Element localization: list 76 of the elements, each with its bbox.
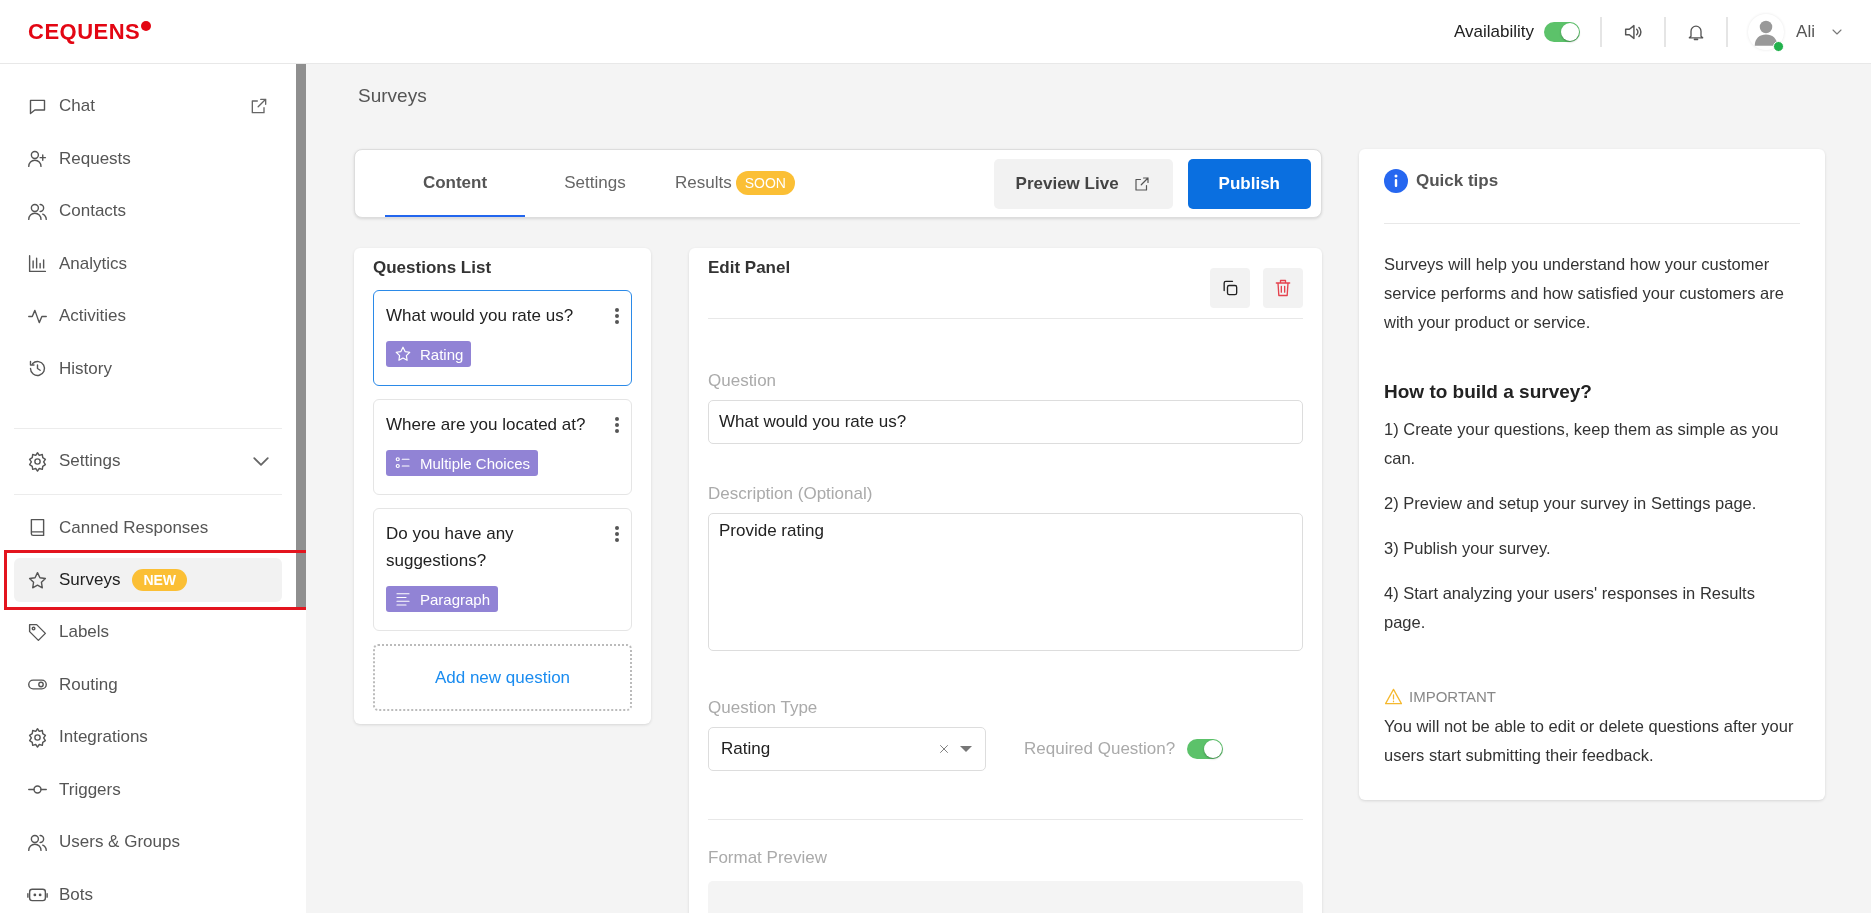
user-avatar[interactable] (1748, 13, 1785, 50)
description-textarea[interactable]: Provide rating (708, 513, 1303, 651)
sidebar-item[interactable]: Labels (14, 606, 282, 659)
field-label: Question (708, 371, 778, 391)
soon-badge: SOON (735, 170, 795, 195)
availability-toggle[interactable] (1544, 21, 1581, 42)
sidebar-item[interactable]: Analytics (14, 237, 282, 290)
sidebar-item[interactable]: Bots (14, 868, 282, 913)
star-icon (394, 345, 412, 363)
step-text: 4) Start analyzing your users' responses in Results page. (1384, 583, 1756, 633)
sidebar-item[interactable]: Activities (14, 290, 282, 343)
sidebar-item[interactable]: Contacts (14, 185, 282, 238)
question-type-tag: Rating (386, 341, 472, 367)
sidebar-item[interactable]: Canned Responses (14, 501, 282, 554)
intro-paragraph: Surveys will help you understand how your customer service performs and how satisfied your customers are with your product or service. (1384, 254, 1785, 333)
question-type-tag: Multiple Choices (386, 450, 539, 476)
page-title: Surveys (358, 84, 428, 108)
settings-icon (27, 450, 48, 472)
format-preview-label: Format Preview (708, 848, 829, 868)
step-text: 2) Preview and setup your survey in Settings page. (1384, 493, 1758, 514)
sidebar-item[interactable]: Settings (14, 435, 282, 488)
sidebar-item[interactable]: Requests (14, 132, 282, 185)
question-text: Do you have any suggestions? (386, 523, 515, 572)
required-question-label: Required Question? (1024, 739, 1176, 759)
field-label: Description (Optional) (708, 484, 874, 504)
sidebar-item[interactable]: History (14, 342, 282, 395)
delete-button[interactable] (1263, 268, 1303, 308)
quick-tips-title: Quick tips (1416, 171, 1499, 191)
tab[interactable]: Content (385, 150, 525, 217)
clear-icon (937, 742, 951, 756)
new-badge: NEW (132, 569, 188, 591)
important-text: You will not be able to edit or delete questions after your users start submitting their feedback. (1384, 716, 1795, 766)
sidebar-item[interactable]: Triggers (14, 763, 282, 816)
sidebar-item[interactable]: Routing (14, 658, 282, 711)
preview-live-button[interactable]: Preview Live (993, 158, 1173, 209)
sidebar-item[interactable]: Surveys NEW (14, 558, 282, 602)
tab-label: Results (675, 172, 732, 193)
sidebar-item[interactable]: Chat (14, 80, 282, 133)
tab[interactable]: Settings (525, 150, 665, 217)
question-type-tag: Paragraph (386, 586, 499, 612)
publish-button[interactable]: Publish (1187, 158, 1311, 209)
question-text: What would you rate us? (386, 305, 574, 327)
section-heading: How to build a survey? (1384, 381, 1593, 403)
settings-icon (27, 726, 48, 748)
trash-icon (1273, 278, 1293, 298)
external-link-icon (1132, 174, 1151, 193)
sidebar-item[interactable]: Users & Groups (14, 816, 282, 869)
user-name: Ali (1796, 21, 1815, 42)
star-icon (27, 569, 48, 591)
question-type-select[interactable]: Rating (708, 727, 986, 771)
tag-icon (27, 621, 48, 643)
question-text: Where are you located at? (386, 414, 586, 436)
question-card[interactable]: Do you have any suggestions? Paragraph (373, 508, 632, 631)
person-add-icon (27, 148, 48, 170)
duplicate-button[interactable] (1210, 268, 1250, 308)
required-toggle[interactable] (1187, 739, 1224, 759)
bar-chart-icon (27, 253, 48, 275)
question-card[interactable]: What would you rate us? Rating (373, 290, 632, 386)
sidebar-item[interactable]: Integrations (14, 711, 282, 764)
important-label: IMPORTANT (1409, 688, 1496, 705)
brand-logo: CEQUENS (28, 18, 152, 45)
tab[interactable]: Results SOON (665, 150, 805, 217)
step-text: 3) Publish your survey. (1384, 538, 1552, 559)
question-card[interactable]: Where are you located at? Multiple Choices (373, 399, 632, 495)
field-label: Question Type (708, 698, 819, 718)
questions-list-title: Questions List (373, 258, 493, 278)
warning-icon (1384, 687, 1403, 706)
availability-label: Availability (1454, 21, 1535, 42)
text-lines-icon (394, 590, 412, 608)
scrollbar-thumb[interactable] (296, 64, 306, 609)
info-icon (1384, 169, 1408, 193)
question-input[interactable]: What would you rate us? (708, 400, 1303, 444)
step-text: 1) Create your questions, keep them as simple as you can. (1384, 419, 1780, 469)
edit-panel-title: Edit Panel (708, 258, 791, 279)
caret-icon (959, 745, 973, 753)
add-question-button[interactable]: Add new question (373, 644, 632, 711)
